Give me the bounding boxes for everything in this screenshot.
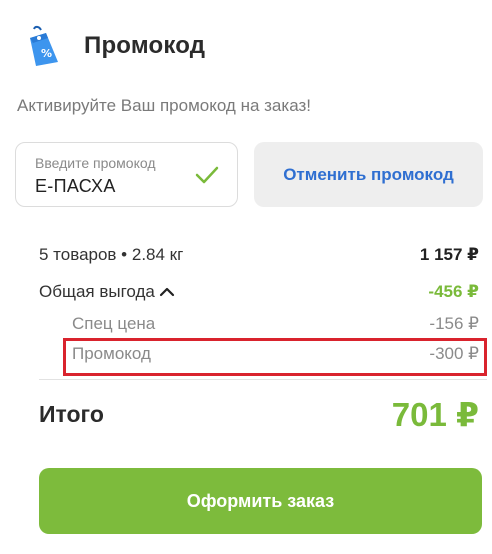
place-order-button[interactable]: Оформить заказ — [39, 468, 482, 534]
benefit-label: Общая выгода — [39, 282, 155, 301]
header: % Промокод — [22, 22, 205, 70]
total-amount: 701 ₽ — [391, 395, 479, 433]
highlight-box — [63, 338, 487, 376]
divider — [39, 379, 487, 380]
benefit-amount: -456 ₽ — [428, 282, 479, 301]
promo-code-value[interactable]: Е-ПАСХА — [35, 176, 116, 197]
items-count-weight: 5 товаров • 2.84 кг — [39, 245, 184, 264]
items-amount: 1 157 ₽ — [419, 245, 479, 264]
promo-instructions: Активируйте Ваш промокод на заказ! — [17, 96, 311, 115]
total-row: Итого 701 ₽ — [39, 392, 479, 436]
benefit-toggle[interactable]: Общая выгода — [39, 282, 175, 302]
page-title: Промокод — [84, 32, 206, 59]
special-price-label: Спец цена — [72, 314, 156, 333]
svg-text:%: % — [41, 47, 52, 60]
chevron-up-icon[interactable] — [159, 287, 175, 297]
items-summary-row: 5 товаров • 2.84 кг 1 157 ₽ — [39, 245, 479, 265]
total-label: Итого — [39, 400, 104, 427]
discount-tag-icon: % — [22, 24, 64, 68]
total-benefit-row[interactable]: Общая выгода -456 ₽ — [39, 282, 479, 302]
check-icon — [195, 166, 219, 184]
special-price-amount: -156 ₽ — [429, 314, 479, 333]
special-price-row: Спец цена -156 ₽ — [72, 314, 479, 334]
cancel-promo-button[interactable]: Отменить промокод — [254, 142, 483, 207]
promo-code-field-label: Введите промокод — [35, 155, 156, 171]
promo-code-field[interactable]: Введите промокод Е-ПАСХА — [15, 142, 238, 207]
